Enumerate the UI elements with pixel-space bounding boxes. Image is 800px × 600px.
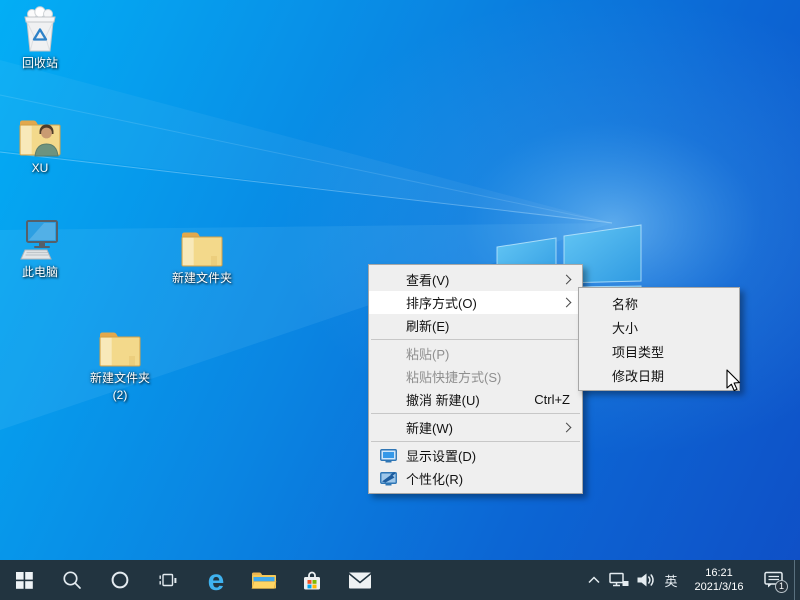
desktop-icon-recycle-bin[interactable]: 回收站	[2, 6, 78, 72]
icon-label: 新建文件夹	[172, 271, 232, 287]
menu-separator	[371, 339, 580, 340]
sort-by-submenu: 名称 大小 项目类型 修改日期	[578, 287, 740, 391]
file-explorer-button[interactable]	[240, 560, 288, 600]
system-tray: 英 16:21 2021/3/16 1	[582, 560, 800, 600]
clock-date: 2021/3/16	[688, 580, 750, 594]
notification-badge: 1	[775, 580, 788, 593]
language-indicator[interactable]: 英	[658, 560, 684, 600]
submenu-arrow-icon	[562, 275, 572, 285]
store-icon	[300, 568, 324, 592]
tray-expand-button[interactable]	[582, 560, 606, 600]
action-center-button[interactable]: 1	[754, 560, 794, 600]
this-pc-icon	[18, 218, 62, 262]
submenu-arrow-icon	[562, 423, 572, 433]
submenu-item-name[interactable]: 名称	[579, 291, 739, 315]
cortana-icon	[110, 570, 130, 590]
desktop-icon-user-folder[interactable]: XU	[2, 116, 78, 177]
icon-label: XU	[32, 161, 49, 177]
desktop-icon-new-folder-2[interactable]: 新建文件夹 (2)	[82, 328, 158, 403]
menu-item-view[interactable]: 查看(V)	[369, 268, 582, 291]
menu-item-label: 查看(V)	[406, 270, 449, 289]
icon-label: 回收站	[22, 56, 58, 72]
network-icon	[609, 572, 629, 588]
language-label: 英	[664, 571, 677, 590]
menu-item-label: 大小	[612, 318, 638, 337]
menu-item-label: 粘贴(P)	[406, 344, 449, 363]
icon-label-line2: (2)	[113, 388, 128, 404]
volume-button[interactable]	[632, 560, 658, 600]
clock-time: 16:21	[688, 566, 750, 580]
folder-icon	[180, 228, 224, 268]
search-button[interactable]	[48, 560, 96, 600]
menu-item-label: 排序方式(O)	[406, 293, 477, 312]
task-view-icon	[158, 570, 178, 590]
menu-item-shortcut: Ctrl+Z	[534, 392, 570, 407]
personalize-icon	[380, 472, 397, 486]
display-settings-icon	[380, 449, 397, 463]
folder-icon	[98, 328, 142, 368]
menu-item-paste: 粘贴(P)	[369, 342, 582, 365]
chevron-up-icon	[587, 574, 601, 586]
menu-item-label: 粘贴快捷方式(S)	[406, 367, 501, 386]
menu-item-label: 撤消 新建(U)	[406, 390, 480, 409]
menu-item-sort-by[interactable]: 排序方式(O)	[369, 291, 582, 314]
menu-item-label: 项目类型	[612, 342, 664, 361]
menu-item-label: 名称	[612, 294, 638, 313]
context-menu: 查看(V) 排序方式(O) 刷新(E) 粘贴(P) 粘贴快捷方式(S) 撤消 新…	[368, 264, 583, 494]
network-button[interactable]	[606, 560, 632, 600]
menu-item-label: 个性化(R)	[406, 469, 463, 488]
menu-item-label: 刷新(E)	[406, 316, 449, 335]
submenu-item-date-modified[interactable]: 修改日期	[579, 363, 739, 387]
mail-button[interactable]	[336, 560, 384, 600]
edge-button[interactable]: e	[192, 560, 240, 600]
user-folder-icon	[18, 116, 62, 158]
file-explorer-icon	[251, 570, 277, 591]
windows-logo-icon	[16, 572, 33, 589]
menu-item-personalize[interactable]: 个性化(R)	[369, 467, 582, 490]
icon-label: 新建文件夹	[90, 371, 150, 387]
menu-item-refresh[interactable]: 刷新(E)	[369, 314, 582, 337]
menu-item-new[interactable]: 新建(W)	[369, 416, 582, 439]
menu-item-display-settings[interactable]: 显示设置(D)	[369, 444, 582, 467]
store-button[interactable]	[288, 560, 336, 600]
mail-icon	[348, 571, 372, 590]
clock[interactable]: 16:21 2021/3/16	[688, 566, 750, 595]
menu-separator	[371, 441, 580, 442]
volume-icon	[636, 572, 655, 588]
menu-item-paste-shortcut: 粘贴快捷方式(S)	[369, 365, 582, 388]
menu-item-label: 显示设置(D)	[406, 446, 476, 465]
show-desktop-button[interactable]	[794, 560, 800, 600]
mouse-cursor	[726, 369, 742, 393]
menu-item-undo-new[interactable]: 撤消 新建(U) Ctrl+Z	[369, 388, 582, 411]
cortana-button[interactable]	[96, 560, 144, 600]
submenu-item-item-type[interactable]: 项目类型	[579, 339, 739, 363]
desktop-icon-new-folder[interactable]: 新建文件夹	[164, 228, 240, 287]
search-icon	[62, 570, 82, 590]
task-view-button[interactable]	[144, 560, 192, 600]
icon-label: 此电脑	[22, 265, 58, 281]
start-button[interactable]	[0, 560, 48, 600]
menu-item-label: 修改日期	[612, 366, 664, 385]
edge-icon: e	[208, 567, 225, 594]
submenu-item-size[interactable]: 大小	[579, 315, 739, 339]
taskbar: e	[0, 560, 800, 600]
submenu-arrow-icon	[562, 298, 572, 308]
menu-separator	[371, 413, 580, 414]
desktop[interactable]: 回收站 XU 此电脑	[0, 0, 800, 600]
desktop-icon-this-pc[interactable]: 此电脑	[2, 218, 78, 281]
menu-item-label: 新建(W)	[406, 418, 453, 437]
recycle-bin-icon	[21, 6, 59, 53]
